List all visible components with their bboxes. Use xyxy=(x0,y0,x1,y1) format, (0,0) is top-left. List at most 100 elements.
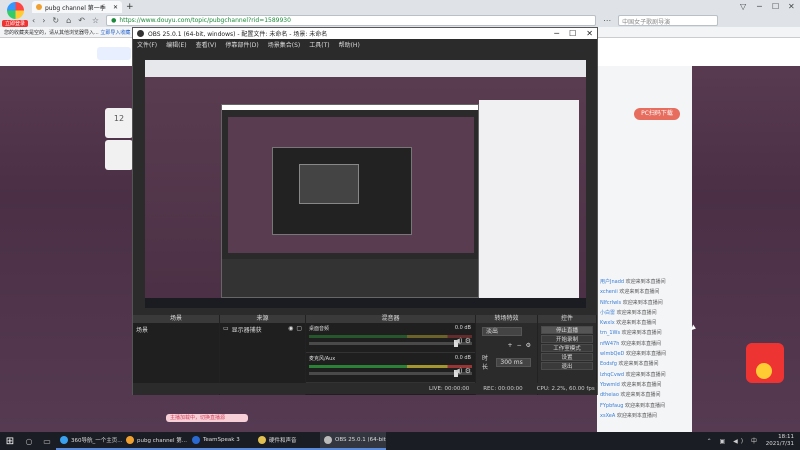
chat-message: FYpbfaug 欢迎来到本直播间 xyxy=(600,402,690,412)
chat-username[interactable]: lzhqCvwd xyxy=(600,372,624,378)
chat-username[interactable]: Nlfcrlwls xyxy=(600,300,621,306)
source-item[interactable]: ▭ 显示器捕获 ◉ ▢ xyxy=(223,325,302,334)
nav-row: ‹ › ↻ ⌂ ↶ ☆ ● https://www.douyu.com/topi… xyxy=(32,14,800,27)
stop-streaming-button[interactable]: 停止直播 xyxy=(541,326,593,334)
remove-transition-icon[interactable]: − xyxy=(517,342,522,349)
obs-menu-item[interactable]: 工具(T) xyxy=(309,40,329,49)
speaker-icon[interactable]: ◀) xyxy=(454,367,462,375)
duration-input[interactable]: 300 ms xyxy=(496,357,531,367)
system-tray-icons[interactable]: ⌃ ▣ ◀) 中 xyxy=(707,436,760,445)
import-bookmarks-link[interactable]: 立即导入收藏 xyxy=(100,30,130,36)
chat-text: 欢迎来到本直播间 xyxy=(619,289,660,296)
app-icon xyxy=(258,436,266,444)
obs-menu-item[interactable]: 停靠部件(D) xyxy=(225,40,258,49)
volume-slider[interactable] xyxy=(309,370,472,377)
sidebar-card[interactable]: 12 xyxy=(105,108,133,138)
undo-icon[interactable]: ↶ xyxy=(78,16,85,25)
taskbar-app-button[interactable]: pubg channel 第... xyxy=(122,432,188,450)
close-icon[interactable]: ✕ xyxy=(788,2,795,11)
obs-menu-item[interactable]: 查看(V) xyxy=(196,40,217,49)
settings-icon[interactable]: ⚙ xyxy=(465,367,471,375)
chat-text: 欢迎来到本直播间 xyxy=(616,320,657,327)
tab-close-icon[interactable]: ✕ xyxy=(113,4,118,11)
obs-preview[interactable] xyxy=(145,60,586,308)
minimize-icon[interactable]: ─ xyxy=(757,2,762,11)
chat-username[interactable]: 用户Jnadd xyxy=(600,279,624,285)
back-icon[interactable]: ‹ xyxy=(32,16,35,25)
chat-message: Kwxlx 欢迎来到本直播间 xyxy=(600,319,690,329)
notice-bar[interactable]: 主播加载中，切换直播源 xyxy=(166,414,248,422)
clock-time: 18:11 xyxy=(778,434,794,440)
start-recording-button[interactable]: 开始录制 xyxy=(541,335,593,343)
taskbar-app-button[interactable]: OBS 25.0.1 (64-bit... xyxy=(320,432,386,450)
gift-float[interactable] xyxy=(746,343,784,383)
obs-title: OBS 25.0.1 (64-bit, windows) - 配置文件: 未命名… xyxy=(148,31,328,38)
browser-logo[interactable]: 立即登录 xyxy=(2,2,28,27)
sidebar-card-avatar[interactable] xyxy=(105,140,133,170)
refresh-icon[interactable]: ↻ xyxy=(52,16,59,25)
taskbar-app-button[interactable]: 360导航_一个主页... xyxy=(56,432,122,450)
add-transition-icon[interactable]: + xyxy=(508,342,513,349)
chat-username[interactable]: tm_1Ws xyxy=(600,330,620,336)
settings-button[interactable]: 设置 xyxy=(541,353,593,361)
chat-username[interactable]: xsXeA xyxy=(600,413,615,419)
studio-mode-button[interactable]: 工作室模式 xyxy=(541,344,593,352)
chat-username[interactable]: wlmbQeD xyxy=(600,351,624,357)
search-icon[interactable]: ○ xyxy=(20,432,38,450)
obs-menu-item[interactable]: 编辑(E) xyxy=(166,40,186,49)
chat-username[interactable]: nfW47h xyxy=(600,341,619,347)
browser-logo-icon xyxy=(6,2,24,19)
task-view-icon[interactable]: ▭ xyxy=(38,432,56,450)
obs-maximize-icon[interactable]: ☐ xyxy=(569,29,576,38)
chat-text: 欢迎来到本直播间 xyxy=(621,340,662,347)
new-tab-icon[interactable]: + xyxy=(126,2,134,12)
coin-icon xyxy=(756,363,772,379)
exit-button[interactable]: 退出 xyxy=(541,362,593,370)
start-icon[interactable]: ⊞ xyxy=(0,432,20,450)
bookmark-icon[interactable]: ☆ xyxy=(92,16,99,25)
windows-taskbar: ⊞ ○ ▭ 360导航_一个主页... pubg channel 第... Team… xyxy=(0,432,800,450)
channel-db: 0.0 dB xyxy=(454,325,471,331)
obs-menu-item[interactable]: 帮助(H) xyxy=(339,40,360,49)
speaker-icon[interactable]: ◀) xyxy=(454,337,462,345)
chat-username[interactable]: Kwxlx xyxy=(600,320,615,326)
chat-username[interactable]: xchenii xyxy=(600,289,618,295)
clock[interactable]: 18:11 2021/7/31 xyxy=(766,432,794,450)
browser-tab[interactable]: pubg channel 第一季 ✕ xyxy=(32,1,122,13)
address-url: https://www.douyu.com/topic/pubgchannel?… xyxy=(119,17,291,24)
obs-menu-item[interactable]: 文件(F) xyxy=(137,40,157,49)
browser-menu-icon[interactable]: ▽ xyxy=(740,2,746,11)
search-input[interactable]: 中国女子歌剧导演 xyxy=(618,15,719,26)
scene-item[interactable]: 场景 xyxy=(136,325,216,334)
forward-icon[interactable]: › xyxy=(42,16,45,25)
chat-username[interactable]: dtheiao xyxy=(600,392,619,398)
chat-message: lzhqCvwd 欢迎来到本直播间 xyxy=(600,371,690,381)
lock-icon[interactable]: ▢ xyxy=(296,325,302,334)
obs-close-icon[interactable]: ✕ xyxy=(586,29,593,38)
taskbar-app-button[interactable]: TeamSpeak 3 xyxy=(188,432,254,450)
grid-icon[interactable]: ⋯ xyxy=(603,16,611,25)
chat-username[interactable]: Ybwmld xyxy=(600,382,620,388)
chat-text: 欢迎来到本直播间 xyxy=(621,381,662,388)
taskbar-app-label: TeamSpeak 3 xyxy=(203,437,240,443)
nested-preview xyxy=(228,117,474,253)
login-badge[interactable]: 立即登录 xyxy=(2,20,28,27)
visibility-icon[interactable]: ◉ xyxy=(288,325,293,334)
cpu-fps: CPU: 2.2%, 60.00 fps xyxy=(536,385,595,392)
maximize-icon[interactable]: ☐ xyxy=(772,2,779,11)
chat-username[interactable]: FYpbfaug xyxy=(600,403,623,409)
chat-username[interactable]: Eodsfg xyxy=(600,361,617,367)
transition-select[interactable]: 淡出 xyxy=(482,327,522,336)
settings-icon[interactable]: ⚙ xyxy=(465,337,471,345)
chat-username[interactable]: 小白雷 xyxy=(600,310,615,316)
address-bar[interactable]: ● https://www.douyu.com/topic/pubgchanne… xyxy=(106,15,597,26)
volume-slider[interactable] xyxy=(309,340,472,347)
transition-settings-icon[interactable]: ⚙ xyxy=(526,342,531,349)
taskbar-app-button[interactable]: 硬件和声音 xyxy=(254,432,320,450)
obs-menu-item[interactable]: 场景集合(S) xyxy=(268,40,301,49)
chat-text: 欢迎来到本直播间 xyxy=(616,309,657,316)
site-logo[interactable] xyxy=(97,47,131,60)
home-icon[interactable]: ⌂ xyxy=(66,16,71,25)
pc-download-button[interactable]: PC扫码下载 xyxy=(634,108,680,120)
obs-minimize-icon[interactable]: ─ xyxy=(554,29,559,38)
